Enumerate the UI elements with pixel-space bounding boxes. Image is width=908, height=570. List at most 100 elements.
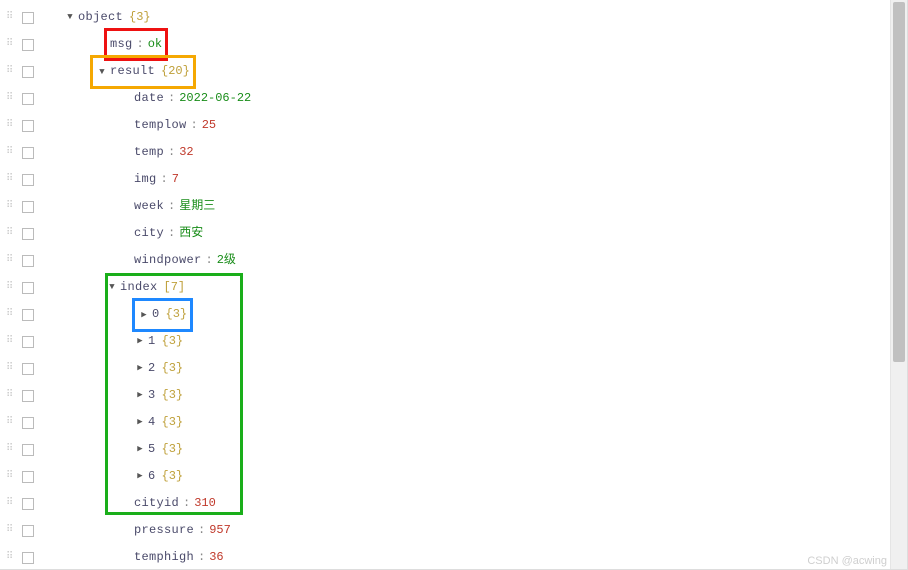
drag-handle-icon[interactable]: ⠿: [6, 409, 18, 436]
value-label: 2022-06-22: [179, 85, 251, 112]
drag-handle-icon[interactable]: ⠿: [6, 247, 18, 274]
row-gutter: ⠿: [0, 247, 44, 274]
key-label: pressure: [134, 517, 194, 544]
node-temp[interactable]: ⠿ temp:32: [0, 139, 907, 166]
drag-handle-icon[interactable]: ⠿: [6, 301, 18, 328]
row-content: ▶0{3}: [44, 301, 191, 328]
node-index-5[interactable]: ⠿ ▶5{3}: [0, 436, 907, 463]
node-cityid[interactable]: ⠿ cityid:310: [0, 490, 907, 517]
colon: :: [161, 166, 168, 193]
drag-handle-icon[interactable]: ⠿: [6, 463, 18, 490]
row-checkbox[interactable]: [22, 282, 34, 294]
key-label: temp: [134, 139, 164, 166]
drag-handle-icon[interactable]: ⠿: [6, 436, 18, 463]
node-templow[interactable]: ⠿ templow:25: [0, 112, 907, 139]
toggle-icon[interactable]: ▶: [138, 302, 150, 329]
node-temphigh[interactable]: ⠿ temphigh:36: [0, 544, 907, 570]
drag-handle-icon[interactable]: ⠿: [6, 382, 18, 409]
row-gutter: ⠿: [0, 139, 44, 166]
row-checkbox[interactable]: [22, 498, 34, 510]
scrollbar-vertical[interactable]: [890, 0, 907, 569]
row-checkbox[interactable]: [22, 552, 34, 564]
scrollbar-thumb[interactable]: [893, 2, 905, 362]
drag-handle-icon[interactable]: ⠿: [6, 274, 18, 301]
drag-handle-icon[interactable]: ⠿: [6, 220, 18, 247]
row-checkbox[interactable]: [22, 309, 34, 321]
row-checkbox[interactable]: [22, 93, 34, 105]
drag-handle-icon[interactable]: ⠿: [6, 517, 18, 544]
key-label: week: [134, 193, 164, 220]
toggle-icon[interactable]: ▶: [134, 463, 146, 490]
toggle-icon[interactable]: ▼: [106, 274, 118, 301]
row-gutter: ⠿: [0, 409, 44, 436]
node-object-root[interactable]: ⠿ ▼object{3}: [0, 4, 907, 31]
row-checkbox[interactable]: [22, 174, 34, 186]
drag-handle-icon[interactable]: ⠿: [6, 355, 18, 382]
row-checkbox[interactable]: [22, 66, 34, 78]
row-checkbox[interactable]: [22, 336, 34, 348]
node-index-2[interactable]: ⠿ ▶2{3}: [0, 355, 907, 382]
drag-handle-icon[interactable]: ⠿: [6, 112, 18, 139]
row-checkbox[interactable]: [22, 471, 34, 483]
node-pressure[interactable]: ⠿ pressure:957: [0, 517, 907, 544]
key-label: windpower: [134, 247, 202, 274]
node-index-6[interactable]: ⠿ ▶6{3}: [0, 463, 907, 490]
drag-handle-icon[interactable]: ⠿: [6, 490, 18, 517]
row-content: ▶4{3}: [44, 409, 183, 436]
row-checkbox[interactable]: [22, 39, 34, 51]
node-index-3[interactable]: ⠿ ▶3{3}: [0, 382, 907, 409]
row-checkbox[interactable]: [22, 444, 34, 456]
row-checkbox[interactable]: [22, 417, 34, 429]
row-gutter: ⠿: [0, 355, 44, 382]
drag-handle-icon[interactable]: ⠿: [6, 31, 18, 58]
row-gutter: ⠿: [0, 328, 44, 355]
count-label: [7]: [164, 274, 186, 301]
node-msg[interactable]: ⠿ msg:ok: [0, 31, 907, 58]
drag-handle-icon[interactable]: ⠿: [6, 166, 18, 193]
count-label: {3}: [162, 409, 184, 436]
toggle-icon[interactable]: ▼: [96, 59, 108, 86]
row-content: ▶6{3}: [44, 463, 183, 490]
row-content: ▶5{3}: [44, 436, 183, 463]
node-result[interactable]: ⠿ ▼result{20}: [0, 58, 907, 85]
drag-handle-icon[interactable]: ⠿: [6, 58, 18, 85]
drag-handle-icon[interactable]: ⠿: [6, 193, 18, 220]
node-index-1[interactable]: ⠿ ▶1{3}: [0, 328, 907, 355]
toggle-icon[interactable]: ▼: [64, 4, 76, 31]
drag-handle-icon[interactable]: ⠿: [6, 139, 18, 166]
row-checkbox[interactable]: [22, 12, 34, 24]
key-label: msg: [110, 37, 133, 51]
node-index-4[interactable]: ⠿ ▶4{3}: [0, 409, 907, 436]
row-checkbox[interactable]: [22, 147, 34, 159]
row-checkbox[interactable]: [22, 255, 34, 267]
row-checkbox[interactable]: [22, 120, 34, 132]
toggle-icon[interactable]: ▶: [134, 409, 146, 436]
node-index[interactable]: ⠿ ▼index[7]: [0, 274, 907, 301]
toggle-icon[interactable]: ▶: [134, 382, 146, 409]
drag-handle-icon[interactable]: ⠿: [6, 85, 18, 112]
toggle-icon[interactable]: ▶: [134, 355, 146, 382]
row-content: ▼index[7]: [44, 274, 185, 301]
drag-handle-icon[interactable]: ⠿: [6, 544, 18, 570]
row-checkbox[interactable]: [22, 228, 34, 240]
value-label: 2级: [217, 247, 236, 274]
row-checkbox[interactable]: [22, 201, 34, 213]
row-gutter: ⠿: [0, 382, 44, 409]
count-label: {3}: [129, 4, 151, 31]
node-week[interactable]: ⠿ week:星期三: [0, 193, 907, 220]
row-content: city:西安: [44, 220, 203, 247]
toggle-icon[interactable]: ▶: [134, 436, 146, 463]
node-date[interactable]: ⠿ date:2022-06-22: [0, 85, 907, 112]
node-city[interactable]: ⠿ city:西安: [0, 220, 907, 247]
node-windpower[interactable]: ⠿ windpower:2级: [0, 247, 907, 274]
toggle-icon[interactable]: ▶: [134, 328, 146, 355]
drag-handle-icon[interactable]: ⠿: [6, 4, 18, 31]
row-checkbox[interactable]: [22, 390, 34, 402]
node-index-0[interactable]: ⠿ ▶0{3}: [0, 301, 907, 328]
node-img[interactable]: ⠿ img:7: [0, 166, 907, 193]
row-checkbox[interactable]: [22, 363, 34, 375]
row-checkbox[interactable]: [22, 525, 34, 537]
row-content: windpower:2级: [44, 247, 236, 274]
drag-handle-icon[interactable]: ⠿: [6, 328, 18, 355]
count-label: {20}: [161, 64, 190, 78]
